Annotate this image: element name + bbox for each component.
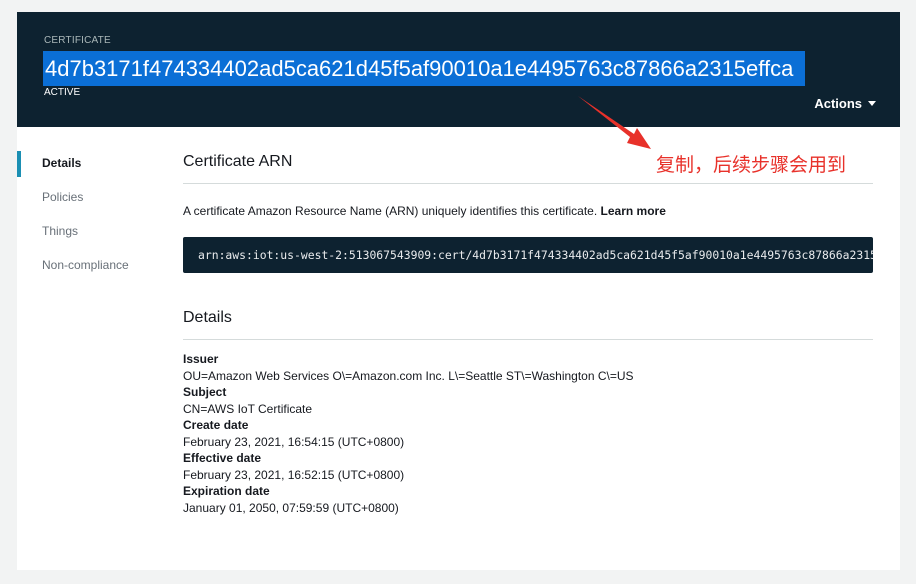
effective-date-label: Effective date [183, 451, 262, 465]
arn-description: A certificate Amazon Resource Name (ARN)… [183, 204, 873, 218]
certificate-id[interactable]: 4d7b3171f474334402ad5ca621d45f5af90010a1… [43, 51, 805, 86]
issuer-value: OU=Amazon Web Services O\=Amazon.com Inc… [183, 368, 634, 383]
certificate-label: CERTIFICATE [44, 35, 111, 46]
learn-more-link[interactable]: Learn more [601, 204, 666, 218]
create-date-label: Create date [183, 418, 249, 432]
create-date-value: February 23, 2021, 16:54:15 (UTC+0800) [183, 434, 405, 449]
content-panel: Details Policies Things Non-compliance C… [17, 127, 900, 570]
nav-item-details[interactable]: Details [17, 151, 157, 186]
expiration-date-value: January 01, 2050, 07:59:59 (UTC+0800) [183, 500, 399, 515]
actions-label: Actions [814, 96, 862, 111]
caret-down-icon [868, 101, 876, 106]
nav-item-policies[interactable]: Policies [17, 186, 157, 220]
arn-code-box[interactable]: arn:aws:iot:us-west-2:513067543909:cert/… [183, 237, 873, 273]
annotation-text: 复制，后续步骤会用到 [656, 154, 847, 176]
subject-label: Subject [183, 385, 227, 399]
status-badge: ACTIVE [44, 87, 81, 98]
nav-item-things[interactable]: Things [17, 220, 157, 254]
issuer-label: Issuer [183, 352, 219, 366]
nav-item-non-compliance[interactable]: Non-compliance [17, 254, 157, 288]
details-title: Details [183, 273, 873, 340]
expiration-date-label: Expiration date [183, 484, 270, 498]
main-content: Certificate ARN A certificate Amazon Res… [183, 127, 873, 516]
arn-description-text: A certificate Amazon Resource Name (ARN)… [183, 204, 598, 218]
subject-value: CN=AWS IoT Certificate [183, 401, 313, 416]
certificate-header: CERTIFICATE 4d7b3171f474334402ad5ca621d4… [17, 12, 900, 127]
side-nav: Details Policies Things Non-compliance [17, 151, 157, 288]
details-list: Issuer OU=Amazon Web Services O\=Amazon.… [183, 351, 873, 516]
effective-date-value: February 23, 2021, 16:52:15 (UTC+0800) [183, 467, 405, 482]
actions-dropdown[interactable]: Actions [814, 96, 876, 111]
